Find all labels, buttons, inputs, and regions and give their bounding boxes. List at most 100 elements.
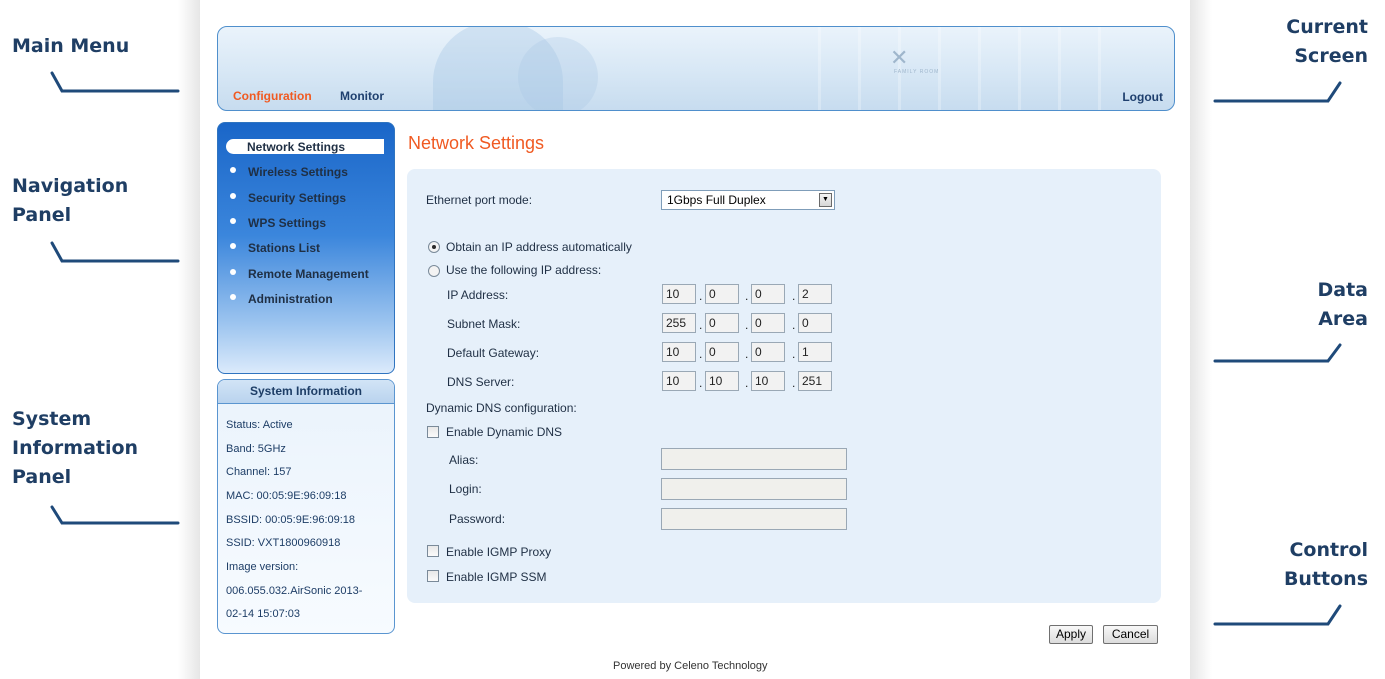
sysinfo-status: Status: Active [226,419,293,431]
ip-dot: . [699,289,703,303]
ethernet-port-mode-value: 1Gbps Full Duplex [667,193,766,207]
nav-item-stations-list[interactable]: Stations List [218,237,394,259]
nav-item-wireless-settings[interactable]: Wireless Settings [218,161,394,183]
ip-dot: . [699,318,703,332]
logout-link[interactable]: Logout [1122,90,1163,104]
enable-igmp-ssm-checkbox[interactable] [427,570,439,582]
sysinfo-image-version-line1: 006.055.032.AirSonic 2013- [226,585,363,597]
bullet-icon [230,294,236,300]
leader-main-menu [50,71,180,93]
sysinfo-bssid: BSSID: 00:05:9E:96:09:18 [226,514,356,526]
ip-dot: . [699,347,703,361]
alias-input[interactable] [661,448,847,470]
ip-dot: . [792,376,796,390]
subnet-mask-octet-4[interactable]: 0 [798,313,832,333]
subnet-mask-octet-2[interactable]: 0 [705,313,739,333]
dns-server-octet-3[interactable]: 10 [751,371,785,391]
default-gateway-octet-2[interactable]: 0 [705,342,739,362]
apply-button[interactable]: Apply [1049,625,1093,644]
system-information-panel: System Information Status: Active Band: … [217,379,395,634]
dynamic-dns-title: Dynamic DNS configuration: [426,401,577,415]
ip-dot: . [792,289,796,303]
dns-server-octet-1[interactable]: 10 [662,371,696,391]
subnet-mask-octet-3[interactable]: 0 [751,313,785,333]
enable-igmp-ssm-label: Enable IGMP SSM [446,570,547,584]
brand-x-logo: ✕ [890,45,909,70]
alias-label: Alias: [449,453,479,467]
subnet-mask-octet-1[interactable]: 255 [662,313,696,333]
password-input[interactable] [661,508,847,530]
menu-monitor[interactable]: Monitor [340,89,384,103]
ip-dot: . [745,318,749,332]
header-banner: ✕ FAMILY ROOM Configuration Monitor Logo… [217,26,1175,111]
nav-item-label: Wireless Settings [248,165,348,179]
default-gateway-octet-1[interactable]: 10 [662,342,696,362]
radio-obtain-ip-automatically[interactable] [428,241,440,253]
ip-address-octet-2[interactable]: 0 [705,284,739,304]
bullet-icon [230,269,236,275]
ip-dot: . [745,347,749,361]
sysinfo-band: Band: 5GHz [226,443,286,455]
nav-item-remote-management[interactable]: Remote Management [218,263,394,285]
enable-igmp-proxy-label: Enable IGMP Proxy [446,545,552,559]
leader-system-info [50,505,180,525]
password-label: Password: [449,512,506,526]
nav-item-network-settings[interactable]: Network Settings [226,139,384,154]
menu-configuration[interactable]: Configuration [233,89,312,103]
nav-item-label: Network Settings [247,140,346,154]
navigation-panel: Network Settings Wireless Settings Secur… [217,122,395,374]
ethernet-port-mode-label: Ethernet port mode: [426,193,533,207]
sysinfo-image-version-label: Image version: [226,561,299,573]
ip-dot: . [745,376,749,390]
nav-item-security-settings[interactable]: Security Settings [218,187,394,209]
ip-dot: . [792,347,796,361]
dns-server-label: DNS Server: [447,375,515,389]
bullet-icon [230,243,236,249]
enable-dynamic-dns-checkbox[interactable] [427,426,439,438]
leader-control-buttons [1213,604,1342,626]
subnet-mask-label: Subnet Mask: [447,317,521,331]
leader-navigation [50,241,180,263]
brand-subtext: FAMILY ROOM [894,69,940,75]
default-gateway-label: Default Gateway: [447,346,540,360]
nav-item-wps-settings[interactable]: WPS Settings [218,212,394,234]
ip-address-octet-4[interactable]: 2 [798,284,832,304]
leader-data-area [1213,343,1342,363]
nav-item-label: Administration [248,292,333,306]
dropdown-arrow-icon[interactable]: ▼ [819,193,832,207]
enable-dynamic-dns-label: Enable Dynamic DNS [446,425,563,439]
dns-server-octet-4[interactable]: 251 [798,371,832,391]
radio-use-following-ip-label: Use the following IP address: [446,263,602,277]
bullet-icon [230,193,236,199]
footer-credit: Powered by Celeno Technology [613,660,768,672]
ip-dot: . [699,376,703,390]
enable-igmp-proxy-checkbox[interactable] [427,545,439,557]
bullet-icon [230,167,236,173]
sysinfo-channel: Channel: 157 [226,466,292,478]
radio-use-following-ip[interactable] [428,265,440,277]
ip-address-octet-3[interactable]: 0 [751,284,785,304]
sysinfo-mac: MAC: 00:05:9E:96:09:18 [226,490,347,502]
nav-item-label: Remote Management [248,267,369,281]
default-gateway-octet-4[interactable]: 1 [798,342,832,362]
dns-server-octet-2[interactable]: 10 [705,371,739,391]
sysinfo-image-version-line2: 02-14 15:07:03 [226,608,301,620]
bullet-icon [230,218,236,224]
cancel-button[interactable]: Cancel [1103,625,1158,644]
radio-selected-dot [432,245,436,249]
ethernet-port-mode-select[interactable]: 1Gbps Full Duplex ▼ [661,190,835,210]
header-artwork-person-2 [518,37,598,110]
login-input[interactable] [661,478,847,500]
ip-dot: . [792,318,796,332]
ip-address-label: IP Address: [447,288,509,302]
nav-item-label: Stations List [248,241,321,255]
leader-current-screen [1213,81,1342,103]
page-title: Network Settings [408,133,545,153]
ip-address-octet-1[interactable]: 10 [662,284,696,304]
sysinfo-ssid: SSID: VXT1800960918 [226,537,341,549]
default-gateway-octet-3[interactable]: 0 [751,342,785,362]
login-label: Login: [449,482,482,496]
nav-item-label: Security Settings [248,191,347,205]
ip-dot: . [745,289,749,303]
nav-item-administration[interactable]: Administration [218,288,394,310]
